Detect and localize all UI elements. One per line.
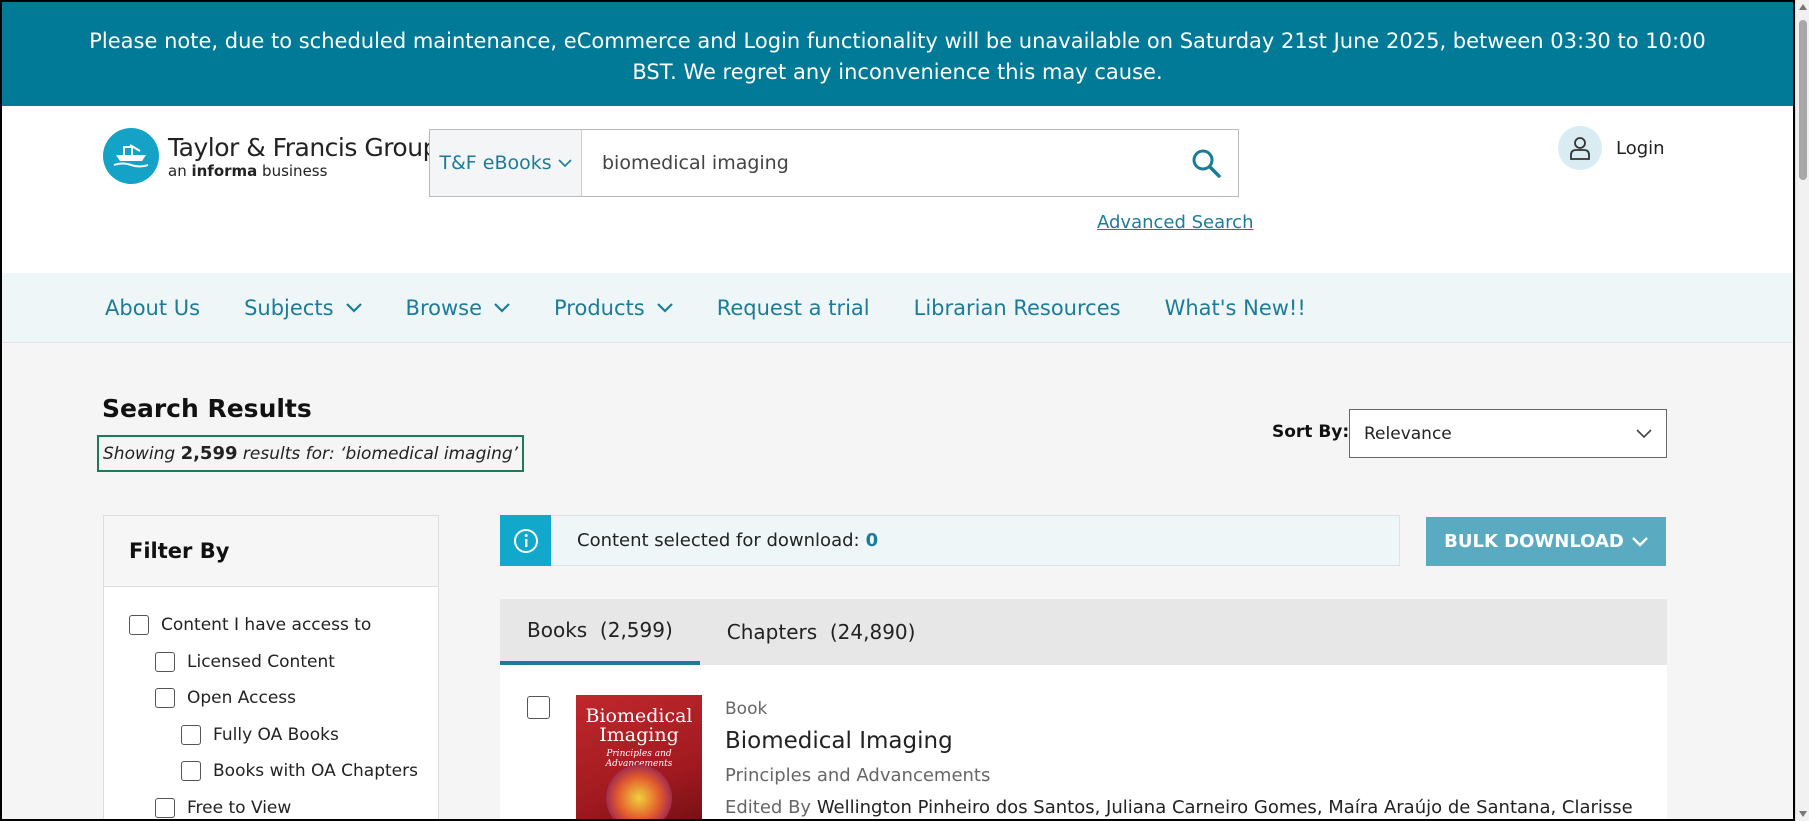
filter-panel: Filter By Content I have access to Licen… — [103, 515, 439, 820]
logo-icon — [103, 128, 159, 184]
logo-subtitle: an informa business — [168, 161, 328, 180]
sort-select[interactable]: Relevance — [1349, 409, 1667, 458]
user-icon — [1558, 126, 1602, 170]
nav-whats-new[interactable]: What's New!! — [1165, 296, 1306, 320]
chevron-down-icon — [345, 302, 362, 313]
logo-title: Taylor & Francis Group — [168, 132, 438, 162]
result-editors: Edited By Wellington Pinheiro dos Santos… — [725, 797, 1633, 818]
filter-free-to-view[interactable]: Free to View — [104, 790, 438, 820]
nav-librarian-resources[interactable]: Librarian Resources — [914, 296, 1121, 320]
main-nav: About Us Subjects Browse Products Reques… — [2, 273, 1793, 343]
login-button[interactable]: Login — [1558, 126, 1665, 170]
search-bar: T&F eBooks — [429, 129, 1239, 197]
nav-about-us[interactable]: About Us — [105, 296, 200, 320]
browser-page: Please note, due to scheduled maintenanc… — [0, 0, 1795, 821]
filter-open-access[interactable]: Open Access — [104, 680, 438, 717]
site-header: Taylor & Francis Group an informa busine… — [2, 106, 1793, 273]
nav-subjects[interactable]: Subjects — [244, 296, 362, 320]
nav-browse[interactable]: Browse — [406, 296, 510, 320]
advanced-search-link[interactable]: Advanced Search — [1097, 212, 1253, 233]
chevron-down-icon — [1631, 536, 1648, 547]
tab-chapters[interactable]: Chapters (24,890) — [700, 599, 943, 665]
chevron-down-icon — [656, 302, 673, 313]
filter-content-access[interactable]: Content I have access to — [104, 607, 438, 644]
result-subtitle: Principles and Advancements — [725, 765, 991, 786]
page-scrollbar[interactable] — [1795, 0, 1809, 821]
tab-books[interactable]: Books (2,599) — [500, 599, 700, 665]
filter-title: Filter By — [104, 516, 438, 587]
info-icon — [500, 515, 551, 566]
checkbox[interactable] — [155, 688, 175, 709]
search-icon — [1192, 149, 1221, 178]
chevron-down-icon — [558, 158, 572, 167]
sort-value: Relevance — [1364, 423, 1452, 444]
cover-art — [606, 765, 672, 819]
checkbox[interactable] — [181, 724, 201, 745]
search-input[interactable] — [582, 130, 1174, 196]
cover-title: Biomedical Imaging — [585, 705, 693, 746]
sort-label: Sort By: — [1272, 422, 1350, 442]
result-title-link[interactable]: Biomedical Imaging — [725, 728, 953, 754]
result-item: Biomedical Imaging Principles and Advanc… — [500, 665, 1667, 819]
nav-request-trial[interactable]: Request a trial — [717, 296, 870, 320]
bulk-download-button[interactable]: BULK DOWNLOAD — [1426, 517, 1666, 566]
filter-list: Content I have access to Licensed Conten… — [104, 587, 438, 820]
search-scope-dropdown[interactable]: T&F eBooks — [430, 130, 582, 196]
results-count-text: Showing 2,599 results for: ‘biomedical i… — [97, 435, 525, 472]
maintenance-banner: Please note, due to scheduled maintenanc… — [2, 2, 1793, 106]
search-button[interactable] — [1174, 130, 1238, 196]
checkbox[interactable] — [181, 761, 201, 782]
filter-licensed-content[interactable]: Licensed Content — [104, 644, 438, 681]
result-checkbox[interactable] — [527, 696, 550, 719]
banner-text: Please note, due to scheduled maintenanc… — [89, 29, 1706, 84]
checkbox[interactable] — [155, 651, 175, 672]
chevron-down-icon — [1636, 428, 1652, 438]
download-text: Content selected for download: 0 — [577, 530, 879, 551]
download-count: 0 — [865, 530, 879, 551]
scroll-thumb[interactable] — [1799, 20, 1807, 180]
filter-fully-oa-books[interactable]: Fully OA Books — [104, 717, 438, 754]
result-tabs: Books (2,599) Chapters (24,890) — [500, 599, 1667, 665]
book-cover[interactable]: Biomedical Imaging Principles and Advanc… — [576, 695, 702, 819]
nav-products[interactable]: Products — [554, 296, 673, 320]
result-type: Book — [725, 699, 768, 719]
page-title: Search Results — [102, 394, 312, 423]
scroll-down-icon[interactable] — [1799, 811, 1807, 817]
scroll-up-icon[interactable] — [1799, 4, 1807, 10]
checkbox[interactable] — [129, 615, 149, 636]
chevron-down-icon — [494, 302, 510, 313]
filter-books-oa-chapters[interactable]: Books with OA Chapters — [104, 753, 438, 790]
site-logo[interactable]: Taylor & Francis Group an informa busine… — [103, 128, 438, 184]
download-selection-bar: Content selected for download: 0 — [500, 515, 1400, 566]
search-scope-label: T&F eBooks — [439, 152, 552, 174]
login-label: Login — [1616, 137, 1665, 159]
checkbox[interactable] — [155, 797, 175, 818]
